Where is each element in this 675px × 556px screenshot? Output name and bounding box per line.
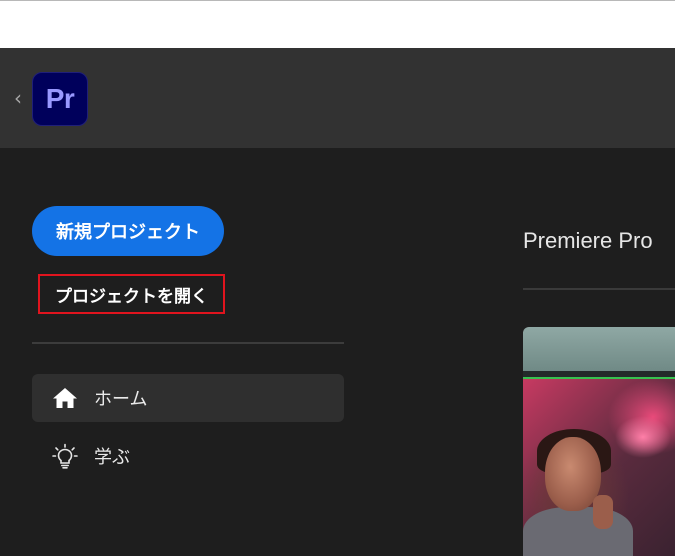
top-strip [0,0,675,48]
section-title: Premiere Pro [523,228,653,253]
sidebar-item-label: ホーム [94,389,148,410]
app-header: ‹ Pr [0,48,675,148]
sidebar-item-home[interactable]: ホーム [32,374,344,422]
premiere-home-window: ‹ Pr 新規プロジェクト プロジェクトを開く ホーム 学ぶ Premiere … [0,0,675,556]
hero-image [523,377,675,556]
sidebar-item-learn[interactable]: 学ぶ [32,432,344,480]
open-project-button[interactable]: プロジェクトを開く [38,274,225,314]
hero-card[interactable] [523,327,675,556]
home-body: 新規プロジェクト プロジェクトを開く ホーム 学ぶ Premiere Pro [0,148,675,556]
new-project-button[interactable]: 新規プロジェクト [32,206,224,256]
sidebar-item-label: 学ぶ [94,447,130,468]
sidebar-divider [32,342,344,344]
back-chevron-icon[interactable]: ‹ [10,86,26,110]
hero-figure-body [523,507,633,556]
hero-editor-toolbar [523,327,675,375]
hero-timeline-strip [523,371,675,379]
premiere-pro-logo: Pr [32,72,88,126]
hero-figure-hand [593,495,613,529]
lightbulb-icon [52,443,78,469]
main-divider [523,288,675,290]
home-icon [52,385,78,411]
